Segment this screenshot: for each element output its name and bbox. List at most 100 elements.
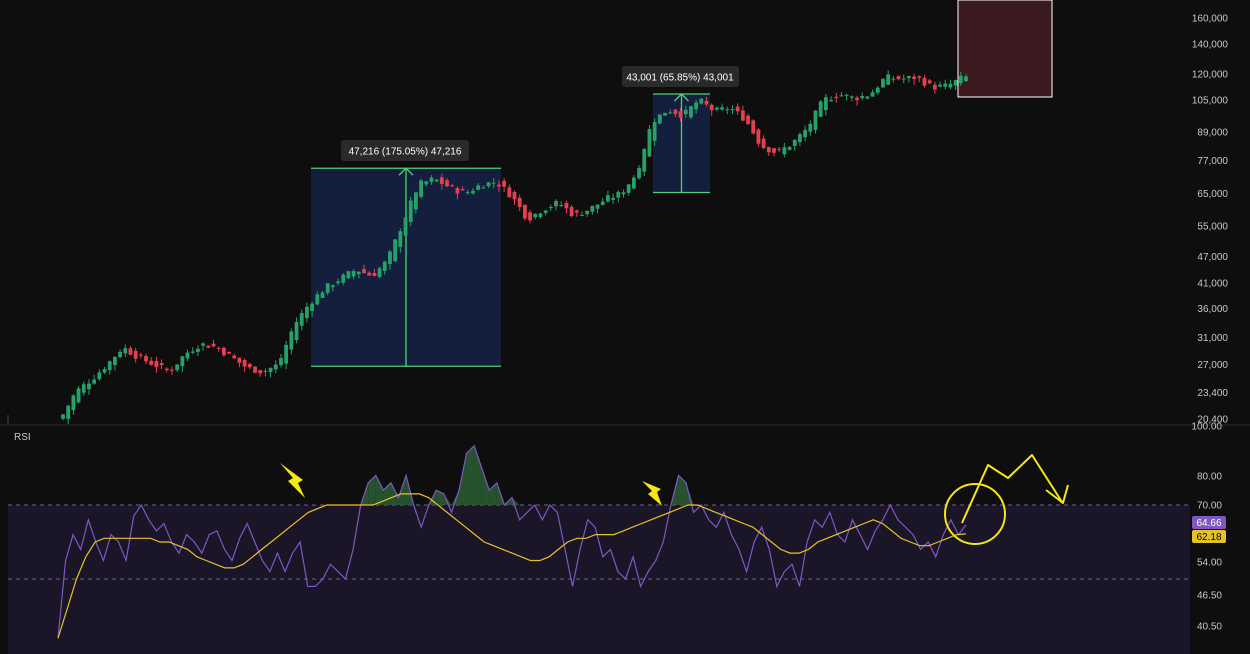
candle-body [221, 347, 226, 356]
candle-body [362, 269, 366, 274]
candle-body [782, 147, 787, 155]
candle-body [434, 179, 439, 182]
candle-body [574, 210, 579, 213]
candle-body [486, 182, 491, 187]
candle-body [180, 356, 185, 367]
candle-body [118, 351, 122, 358]
candle-body [678, 111, 683, 118]
price-tick-label: 41,000 [1197, 279, 1228, 290]
measurement-2[interactable] [653, 93, 710, 194]
candle-body [559, 204, 564, 206]
candle-body [621, 192, 626, 195]
price-tick-label: 27,000 [1197, 360, 1228, 371]
candle-body [497, 184, 501, 187]
candle-body [720, 107, 724, 110]
candle-body [751, 120, 756, 134]
candle-body [631, 177, 636, 189]
target-zone-box[interactable] [957, 0, 1053, 98]
candle-body [315, 294, 320, 305]
candle-body [642, 149, 647, 172]
rsi-tick-label: 40.50 [1197, 622, 1222, 633]
candle-body [964, 76, 968, 82]
candle-body [263, 370, 268, 372]
price-tick-label: 77,000 [1197, 156, 1228, 167]
candle-body [445, 180, 449, 187]
candle-body [346, 271, 351, 279]
candle-body [792, 139, 797, 147]
candle-body [922, 77, 927, 86]
price-tick-label: 47,000 [1197, 252, 1228, 263]
candle-body [865, 96, 870, 99]
candle-body [528, 212, 532, 221]
candle-body [388, 251, 392, 265]
candle-body [367, 272, 372, 276]
candle-body [102, 369, 107, 373]
candle-body [538, 213, 543, 218]
chart-canvas: 160,000 140,000 120,000 105,000 89,000 77,000… [0, 0, 1250, 654]
candle-body [87, 383, 91, 390]
candle-body [170, 369, 174, 371]
candle-body [616, 191, 621, 198]
candle-body [652, 122, 657, 141]
candle-body [896, 76, 901, 80]
price-tick-label: 89,000 [1197, 128, 1228, 139]
candle-body [206, 345, 211, 348]
candle-body [585, 210, 590, 215]
price-tick-label: 140,000 [1192, 39, 1229, 50]
candle-body [818, 101, 823, 117]
candle-body [777, 148, 782, 150]
rsi-tick-label: 70.00 [1197, 501, 1222, 512]
candle-body [242, 359, 247, 367]
candle-body [798, 134, 802, 143]
price-tick-label: 105,000 [1192, 96, 1229, 107]
candle-body [273, 364, 278, 370]
candle-body [408, 200, 413, 222]
candle-body [668, 112, 673, 114]
candle-body [424, 181, 429, 185]
candle-body [761, 138, 766, 149]
candle-body [725, 109, 730, 111]
candle-body [730, 109, 735, 111]
candle-body [465, 192, 470, 194]
candle-body [626, 184, 631, 193]
candle-body [927, 80, 932, 84]
candle-body [512, 192, 517, 200]
candle-body [533, 213, 538, 218]
candle-body [429, 177, 434, 182]
candle-body [299, 313, 304, 326]
candle-body [439, 177, 444, 185]
candle-body [673, 109, 678, 115]
candle-body [958, 75, 963, 84]
candle-body [912, 76, 917, 80]
candle-body [917, 76, 922, 78]
measurement-1[interactable] [311, 167, 501, 367]
candle-body [491, 182, 496, 184]
candle-body [305, 306, 309, 319]
candle-body [481, 187, 486, 189]
candle-body [320, 292, 325, 298]
candle-body [564, 202, 569, 209]
candle-body [611, 197, 616, 200]
candle-body [657, 114, 662, 124]
candle-body [808, 123, 813, 132]
candle-body [740, 110, 745, 121]
candle-body [647, 129, 652, 157]
candle-body [663, 112, 667, 116]
candle-body [66, 405, 71, 419]
candle-body [284, 344, 289, 364]
candle-body [325, 283, 330, 293]
candle-body [580, 214, 584, 216]
candle-body [341, 274, 346, 283]
candle-body [953, 80, 958, 86]
price-tick-label: 36,000 [1197, 304, 1228, 315]
candle-body [938, 84, 942, 87]
candle-body [455, 188, 460, 194]
measurement-2-label: 43,001 (65.85%) 43,001 [626, 73, 734, 84]
candle-body [875, 87, 880, 93]
candle-body [107, 361, 112, 371]
candle-body [699, 98, 704, 104]
candle-body [81, 384, 86, 393]
price-tick-label: 120,000 [1192, 70, 1229, 81]
candle-body [159, 363, 164, 366]
candle-body [398, 231, 403, 248]
